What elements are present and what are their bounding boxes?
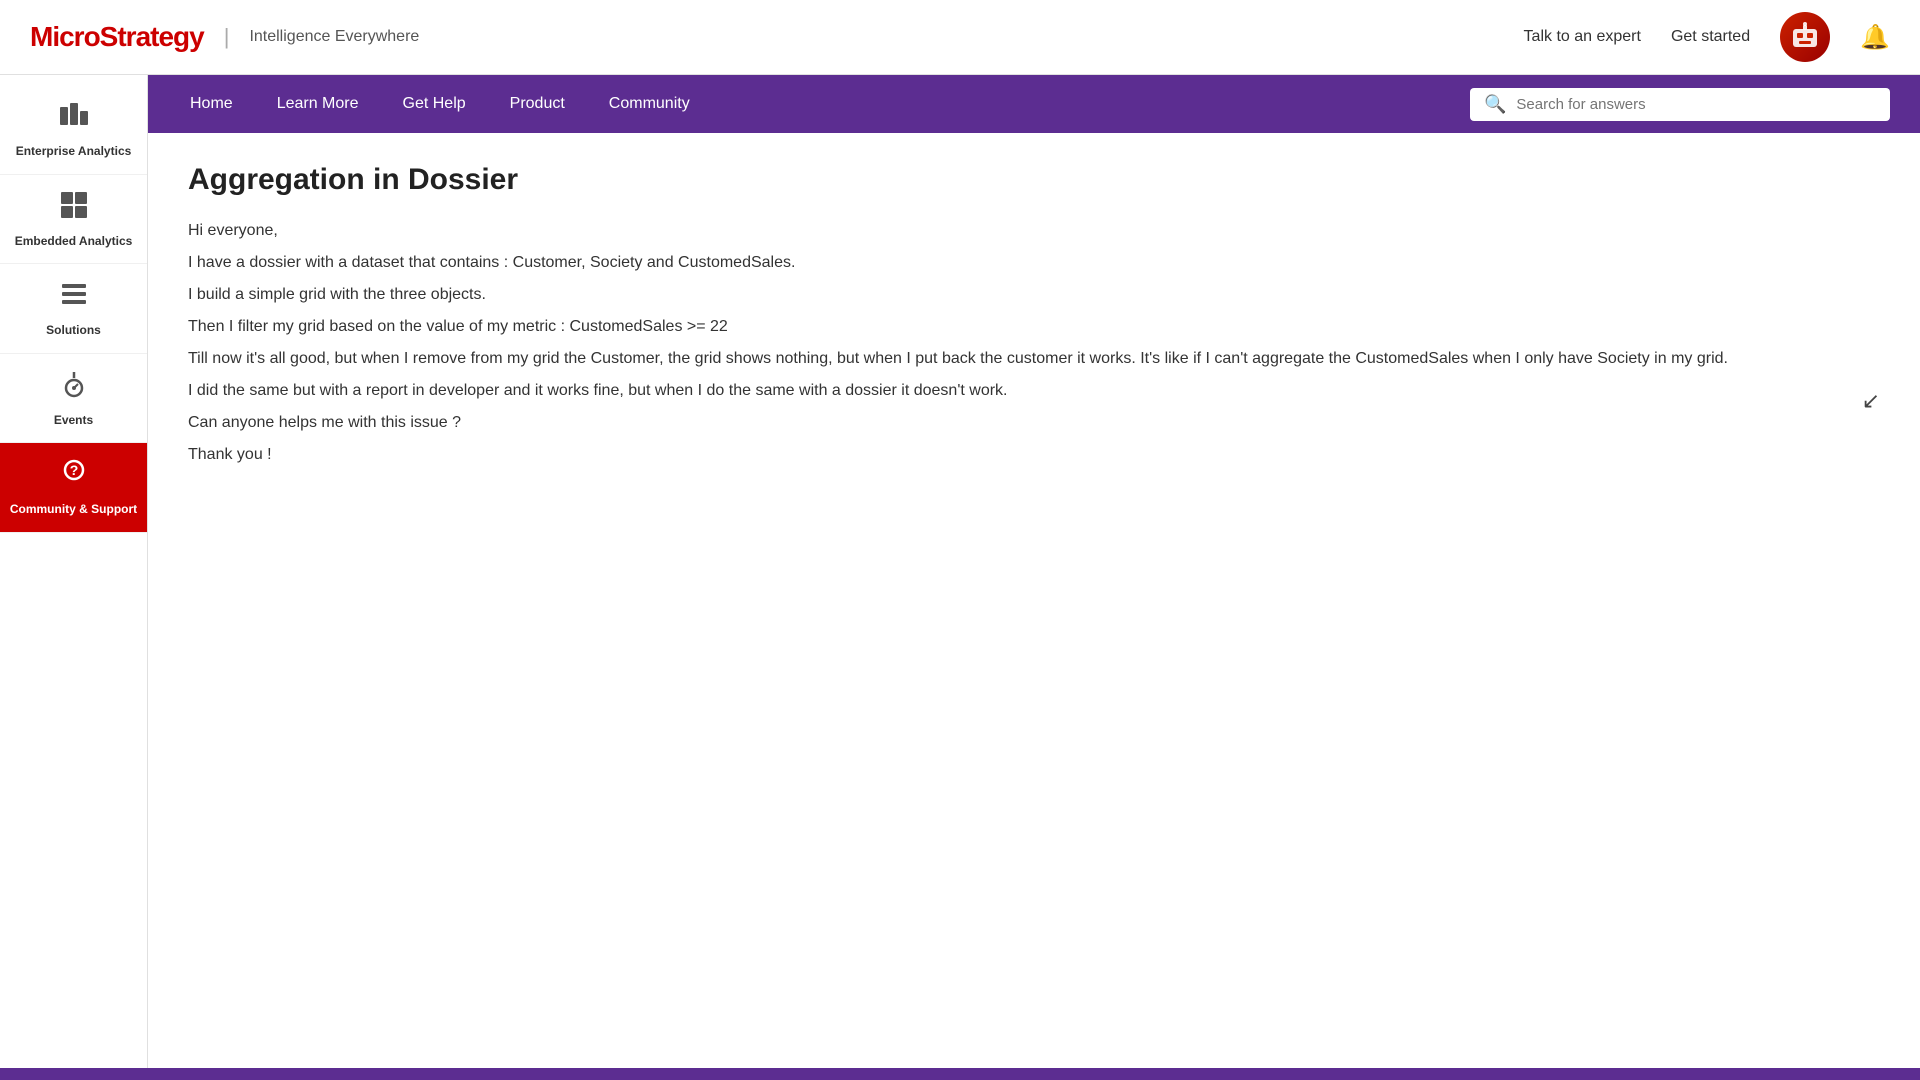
logo-area: MicroStrategy | Intelligence Everywhere [30,21,419,53]
logo-divider: | [224,24,230,50]
post-line-5: I did the same but with a report in deve… [188,377,1880,405]
logo-tagline: Intelligence Everywhere [249,28,419,46]
nav-item-community[interactable]: Community [587,75,712,133]
sidebar-item-events[interactable]: Events [0,354,147,444]
search-input[interactable] [1516,96,1876,113]
nav-item-product[interactable]: Product [488,75,587,133]
bottom-bar [0,1068,1920,1080]
post-line-0: Hi everyone, [188,217,1880,245]
nav-bar: Home Learn More Get Help Product Communi… [148,75,1920,133]
page-wrapper: MicroStrategy | Intelligence Everywhere … [0,0,1920,1080]
enterprise-analytics-icon [58,99,90,138]
post-title: Aggregation in Dossier [188,163,1880,197]
talk-to-expert-link[interactable]: Talk to an expert [1524,28,1641,46]
nav-item-home[interactable]: Home [168,75,255,133]
search-bar: 🔍 [1470,88,1890,121]
avatar[interactable] [1780,12,1830,62]
cursor-indicator: ↙ [1862,388,1880,414]
post-body: Hi everyone, I have a dossier with a dat… [188,217,1880,469]
svg-text:?: ? [69,462,78,478]
community-support-icon: ? [58,457,90,496]
post-line-3: Then I filter my grid based on the value… [188,313,1880,341]
sidebar-item-embedded-analytics[interactable]: Embedded Analytics [0,175,147,265]
post-line-4: Till now it's all good, but when I remov… [188,345,1880,373]
search-icon: 🔍 [1484,94,1506,115]
sidebar-label-solutions: Solutions [46,323,101,339]
nav-item-get-help[interactable]: Get Help [381,75,488,133]
avatar-robot-icon [1787,19,1823,55]
sidebar-item-enterprise-analytics[interactable]: Enterprise Analytics [0,85,147,175]
get-started-link[interactable]: Get started [1671,28,1750,46]
sidebar-item-community-support[interactable]: ? Community & Support [0,443,147,533]
post-line-1: I have a dossier with a dataset that con… [188,249,1880,277]
sidebar-label-events: Events [54,413,93,429]
post-line-2: I build a simple grid with the three obj… [188,281,1880,309]
header-right: Talk to an expert Get started 🔔 [1524,12,1890,62]
post-line-7: Thank you ! [188,441,1880,469]
sidebar-label-embedded-analytics: Embedded Analytics [15,234,133,250]
bell-icon[interactable]: 🔔 [1860,23,1890,52]
post-line-6: Can anyone helps me with this issue ? [188,409,1880,437]
content-area: Home Learn More Get Help Product Communi… [148,75,1920,1080]
sidebar-label-enterprise-analytics: Enterprise Analytics [16,144,132,160]
logo-text[interactable]: MicroStrategy [30,21,204,53]
top-header: MicroStrategy | Intelligence Everywhere … [0,0,1920,75]
sidebar-label-community-support: Community & Support [10,502,137,518]
main-area: Enterprise Analytics Embedded Analytics [0,75,1920,1080]
avatar-inner [1780,12,1830,62]
nav-item-learn-more[interactable]: Learn More [255,75,381,133]
sidebar: Enterprise Analytics Embedded Analytics [0,75,148,1080]
events-icon [58,368,90,407]
sidebar-item-solutions[interactable]: Solutions [0,264,147,354]
post-area: Aggregation in Dossier Hi everyone, I ha… [148,133,1920,1080]
solutions-icon [58,278,90,317]
embedded-analytics-icon [58,189,90,228]
